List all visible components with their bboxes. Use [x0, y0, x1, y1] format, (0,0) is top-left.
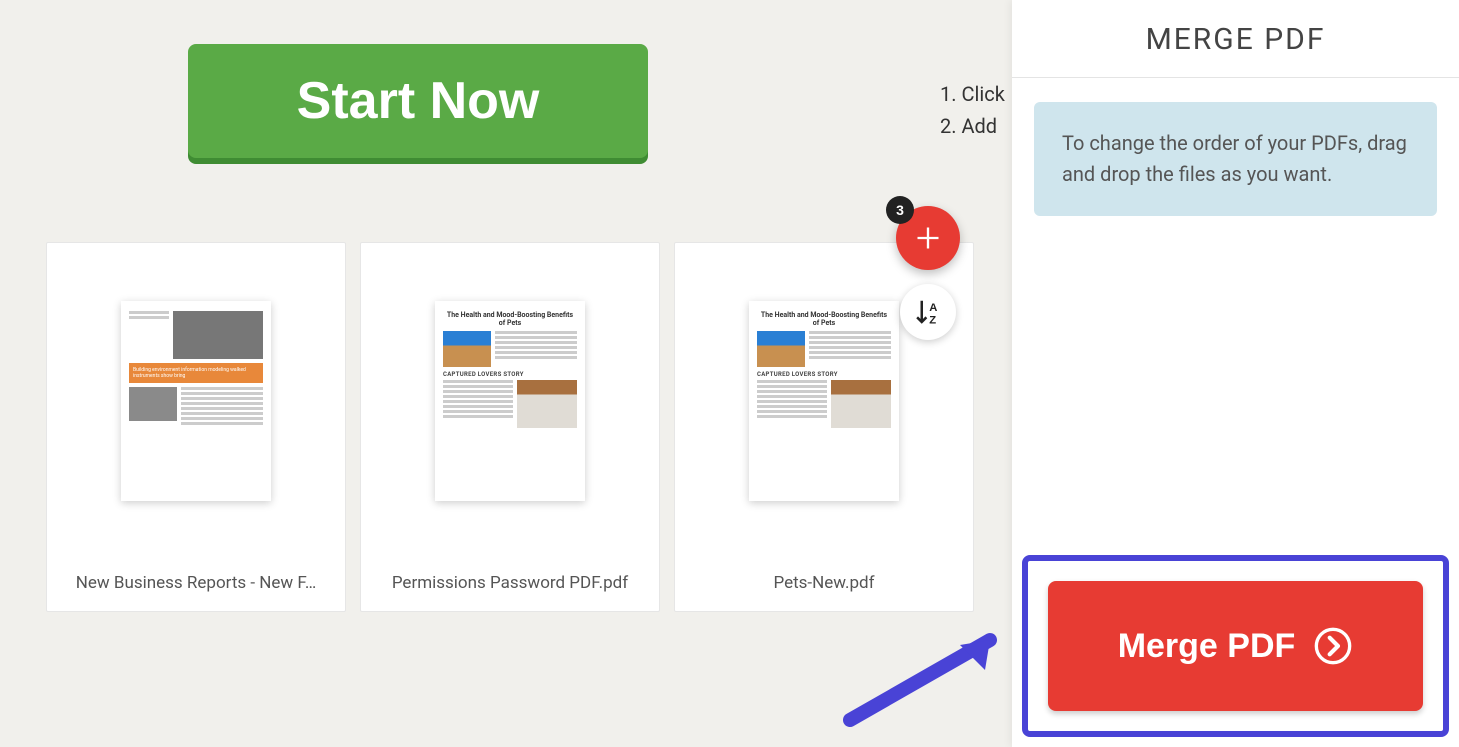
file-thumbnail: The Health and Mood-Boosting Benefits of… [361, 243, 659, 559]
file-card[interactable]: Building environment information modelin… [46, 242, 346, 612]
arrow-right-circle-icon [1313, 626, 1353, 666]
sort-az-button[interactable]: A Z [900, 284, 956, 340]
instructions-list: 1. Click 2. Add [940, 78, 1005, 142]
instruction-item: 1. Click [940, 78, 1005, 110]
file-thumbnail: Building environment information modelin… [47, 243, 345, 559]
svg-text:Z: Z [929, 314, 936, 326]
svg-text:A: A [929, 302, 937, 314]
file-count-badge: 3 [886, 196, 914, 224]
merge-button-highlight: Merge PDF [1022, 555, 1449, 737]
sort-az-icon: A Z [913, 297, 943, 327]
merge-pdf-button[interactable]: Merge PDF [1048, 581, 1423, 711]
add-file-button[interactable]: 3 [896, 206, 960, 270]
plus-icon [914, 224, 942, 252]
file-name-label: New Business Reports - New F… [47, 559, 345, 611]
instruction-item: 2. Add [940, 110, 1005, 142]
start-now-button[interactable]: Start Now [188, 44, 648, 158]
file-name-label: Permissions Password PDF.pdf [361, 559, 659, 611]
panel-title: MERGE PDF [1012, 0, 1459, 78]
file-name-label: Pets-New.pdf [675, 559, 973, 611]
merge-button-label: Merge PDF [1118, 627, 1296, 666]
file-cards-row: Building environment information modelin… [46, 242, 974, 612]
floating-actions: 3 A Z [896, 206, 960, 340]
annotation-arrow-icon [840, 620, 1020, 730]
merge-side-panel: MERGE PDF To change the order of your PD… [1012, 0, 1459, 747]
reorder-hint-box: To change the order of your PDFs, drag a… [1034, 102, 1437, 216]
file-card[interactable]: The Health and Mood-Boosting Benefits of… [360, 242, 660, 612]
main-work-area: Start Now 1. Click 2. Add Building envir… [0, 0, 1012, 747]
